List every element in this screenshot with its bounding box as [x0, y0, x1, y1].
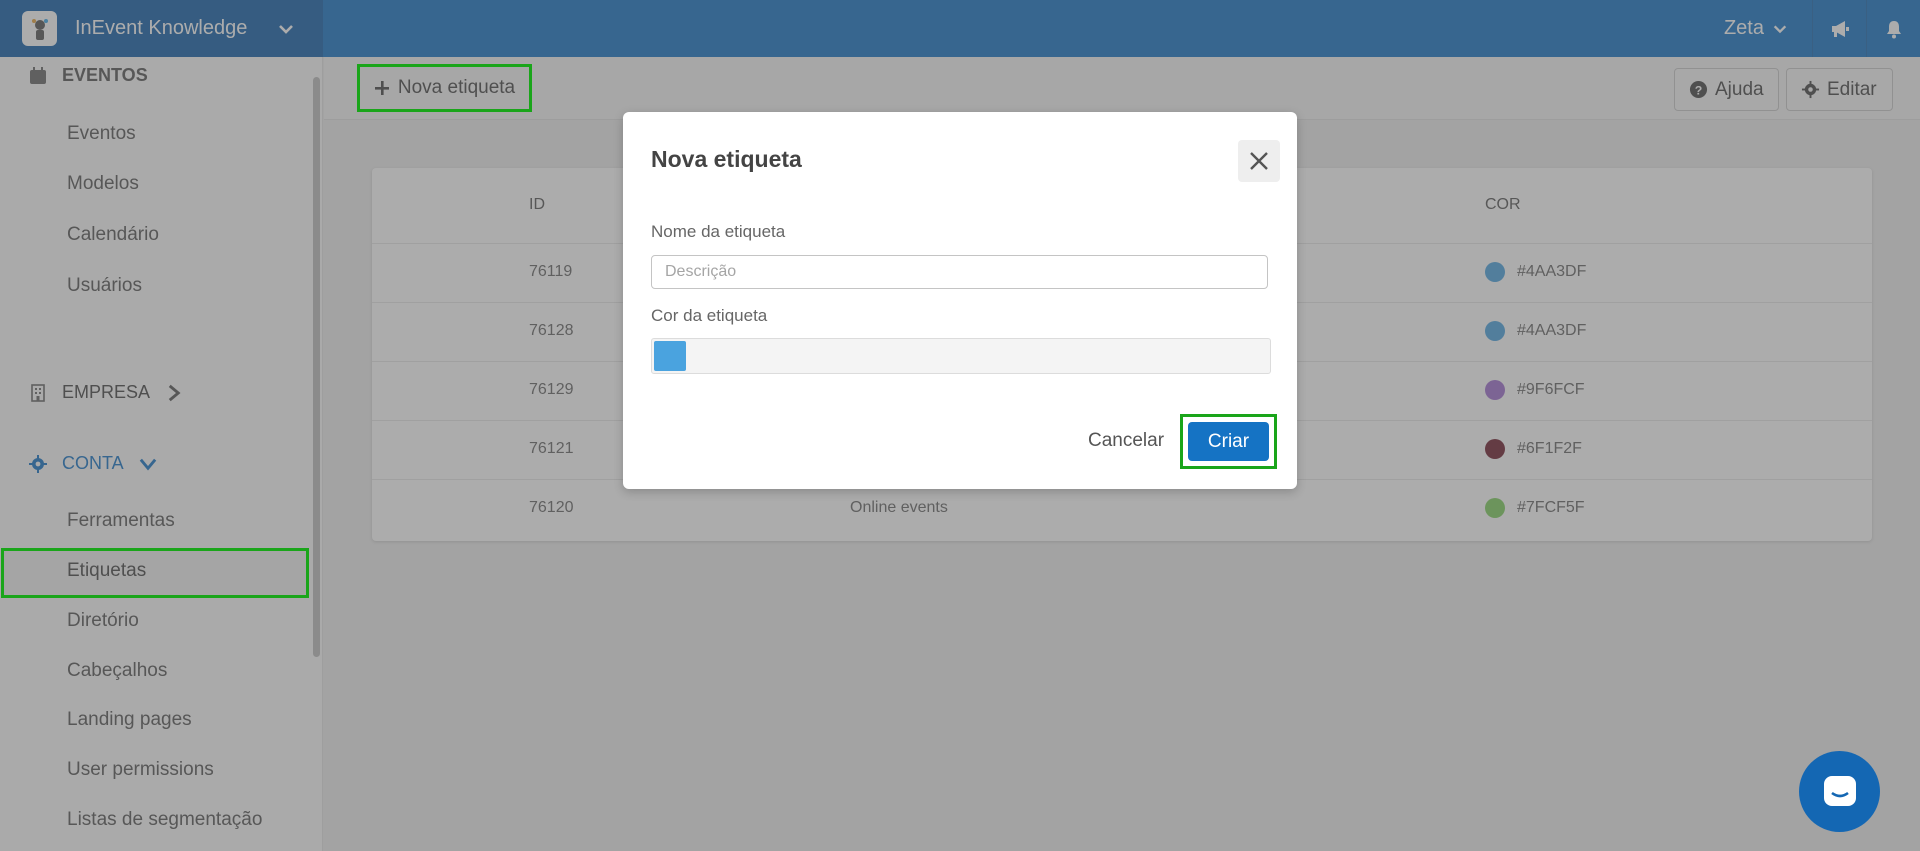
modal-title: Nova etiqueta — [651, 146, 802, 172]
cancel-button[interactable]: Cancelar — [1088, 430, 1164, 452]
close-button[interactable] — [1238, 140, 1280, 182]
new-tag-button-highlight — [357, 64, 532, 112]
chat-icon — [1823, 775, 1856, 806]
tag-color-picker[interactable] — [651, 338, 1271, 374]
sidebar-etiquetas-highlight — [1, 548, 309, 598]
create-button[interactable]: Criar — [1188, 422, 1269, 461]
tag-name-label: Nome da etiqueta — [651, 222, 786, 241]
tag-name-input[interactable] — [651, 255, 1268, 289]
chat-launcher[interactable] — [1799, 751, 1880, 832]
close-icon — [1250, 152, 1268, 170]
color-swatch[interactable] — [654, 341, 686, 371]
tag-color-label: Cor da etiqueta — [651, 306, 768, 325]
